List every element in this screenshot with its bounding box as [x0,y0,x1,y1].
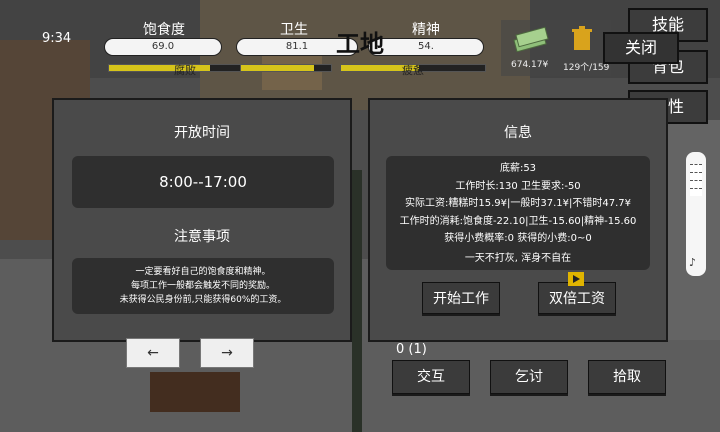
info-line: 工作时的消耗:饱食度-22.10|卫生-15.60|精神-15.60 [399,215,637,227]
hunger-status: 腐败 [174,64,196,77]
notes-title: 注意事项 [174,229,230,245]
info-line: 实际工资:糟糕时15.9¥|一般时37.1¥|不错时47.7¥ [405,198,631,209]
hunger-label: 饱食度 [143,22,185,38]
info-line: 工作时长:130 卫生要求:-50 [455,180,581,192]
hygiene-value: 81.1 [285,41,309,52]
note-line: 未获得公民身份前,只能获得60%的工资。 [119,295,287,305]
beg-button[interactable]: 乞讨 [490,360,568,394]
info-flavor-text: 一天不打灰, 浑身不自在 [464,253,572,264]
info-title: 信息 [504,125,532,141]
spirit-value: 54. [418,41,434,52]
spirit-status: 疲惫 [402,64,424,77]
start-work-button[interactable]: 开始工作 [422,282,500,314]
hygiene-bar-fill [241,65,314,71]
money-stack-icon [513,26,549,52]
ad-play-icon [568,272,584,286]
info-line: 底薪:53 [499,163,537,174]
interact-button[interactable]: 交互 [392,360,470,394]
double-wage-button[interactable]: 双倍工资 [538,282,616,314]
opening-hours: 8:00--17:00 [159,173,247,191]
clock-time: 9:34 [42,31,72,46]
volume-slider[interactable]: ♪ [686,152,706,276]
info-panel: 信息 底薪:53 工作时长:130 卫生要求:-50 实际工资:糟糕时15.9¥… [368,98,668,342]
volume-tick [690,188,702,196]
note-line: 每项工作一般都会触发不同的奖励。 [130,281,275,291]
note-line: 一定要看好自己的饱食度和精神。 [135,267,271,277]
volume-tick [690,164,702,172]
money-amount: 674.17¥ [511,60,549,70]
hours-box: 8:00--17:00 [72,156,334,208]
volume-tick [690,180,702,188]
left-arrow-button[interactable]: ← [126,338,180,368]
opening-hours-title: 开放时间 [174,125,230,141]
hygiene-bar [240,64,332,72]
hunger-value-pill: 69.0 [104,38,222,56]
interaction-counter: 0 (1) [396,342,427,357]
wallet-panel: 674.17¥ 129个/159 [501,20,611,76]
volume-icon[interactable]: ♪ [689,256,696,269]
notes-box: 一定要看好自己的饱食度和精神。 每项工作一般都会触发不同的奖励。 未获得公民身份… [72,258,334,314]
close-button[interactable]: 关闭 [603,32,679,64]
volume-tick [690,172,702,180]
hunger-value: 69.0 [151,41,175,52]
right-arrow-button[interactable]: → [200,338,254,368]
location-title: 工地 [336,30,384,58]
opening-hours-panel: 开放时间 8:00--17:00 注意事项 一定要看好自己的饱食度和精神。 每项… [52,98,352,342]
info-line: 获得小费概率:0 获得的小费:0~0 [444,233,592,244]
trash-can-icon[interactable] [571,26,593,52]
pickup-button[interactable]: 拾取 [588,360,666,394]
